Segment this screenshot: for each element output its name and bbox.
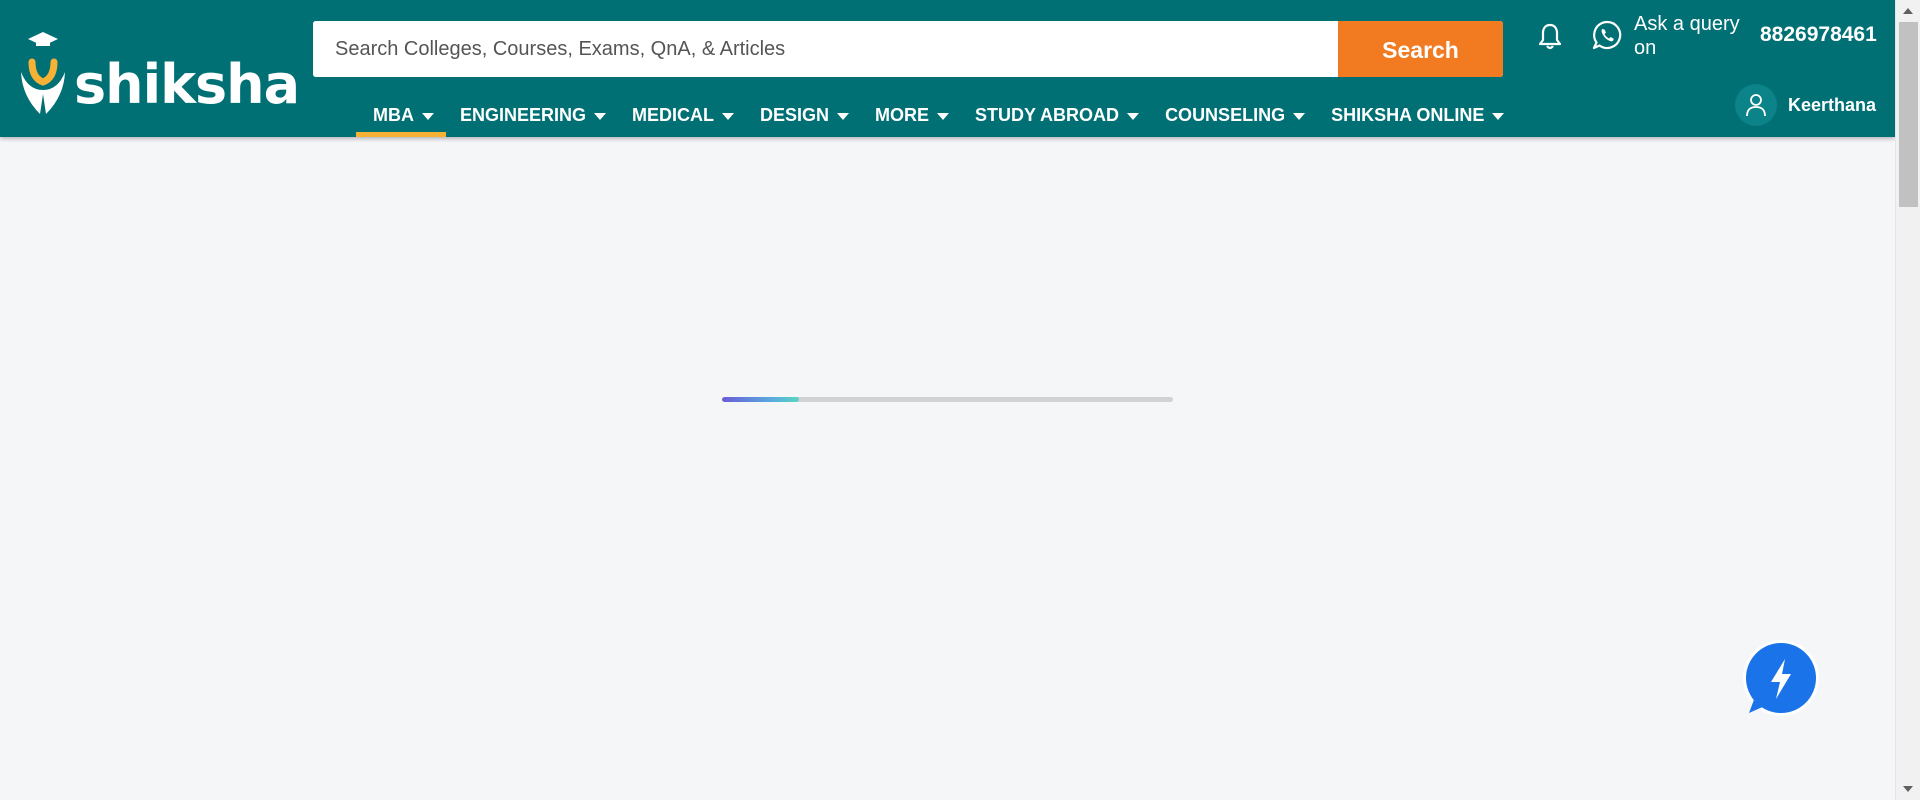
nav-item-study-abroad[interactable]: STUDY ABROAD (958, 103, 1140, 137)
nav-item-label: ENGINEERING (460, 105, 587, 125)
nav-item-label: MEDICAL (632, 105, 715, 125)
logo-mark-icon (21, 32, 65, 114)
user-name: Keerthana (1788, 94, 1877, 115)
shiksha-logo[interactable]: shiksha (18, 26, 300, 116)
caret-down-icon (1492, 113, 1505, 120)
nav-item-medical[interactable]: MEDICAL (615, 103, 735, 137)
logo-wordmark: shiksha (74, 53, 300, 116)
nav-item-label: MORE (875, 105, 930, 125)
search-bar: Search (313, 21, 1503, 77)
caret-down-icon (1127, 113, 1140, 120)
loading-progress-bar (722, 397, 1173, 402)
ask-query-text: Ask a query on (1634, 13, 1740, 59)
caret-down-icon (594, 113, 607, 120)
nav-item-label: DESIGN (760, 105, 830, 125)
scroll-down-arrow-icon[interactable] (1903, 786, 1913, 792)
page: shiksha Search Ask a query on 8826978461 (0, 0, 1920, 800)
nav-item-label: MBA (373, 105, 414, 125)
nav-item-counseling[interactable]: COUNSELING (1148, 103, 1306, 137)
nav-item-label: SHIKSHA ONLINE (1331, 105, 1485, 125)
caret-down-icon (837, 113, 850, 120)
nav-item-label: COUNSELING (1165, 105, 1286, 125)
search-button[interactable]: Search (1338, 21, 1503, 77)
scrollbar-thumb[interactable] (1899, 22, 1918, 207)
user-icon (1735, 84, 1777, 126)
lightning-chat-icon[interactable] (1741, 639, 1821, 719)
nav-item-design[interactable]: DESIGN (743, 103, 850, 137)
site-header: shiksha Search Ask a query on 8826978461 (0, 0, 1895, 137)
caret-down-icon (937, 113, 950, 120)
main-nav: MBA ENGINEERING MEDICAL DESIGN MORE STUD… (356, 103, 1513, 137)
bell-icon[interactable] (1536, 22, 1564, 52)
whatsapp-icon[interactable] (1592, 20, 1622, 50)
nav-item-shiksha-online[interactable]: SHIKSHA ONLINE (1314, 103, 1505, 137)
caret-down-icon (722, 113, 735, 120)
phone-number-link[interactable]: 8826978461 (1760, 23, 1877, 47)
nav-item-mba[interactable]: MBA (356, 103, 446, 137)
loading-progress-fill (722, 397, 799, 402)
nav-item-label: STUDY ABROAD (975, 105, 1120, 125)
scroll-up-arrow-icon[interactable] (1903, 8, 1913, 14)
nav-item-more[interactable]: MORE (858, 103, 950, 137)
caret-down-icon (1293, 113, 1306, 120)
search-input[interactable] (313, 21, 1338, 77)
nav-item-engineering[interactable]: ENGINEERING (443, 103, 607, 137)
caret-down-icon (422, 113, 434, 120)
vertical-scrollbar[interactable] (1895, 0, 1920, 800)
user-menu[interactable]: Keerthana (1735, 84, 1876, 126)
